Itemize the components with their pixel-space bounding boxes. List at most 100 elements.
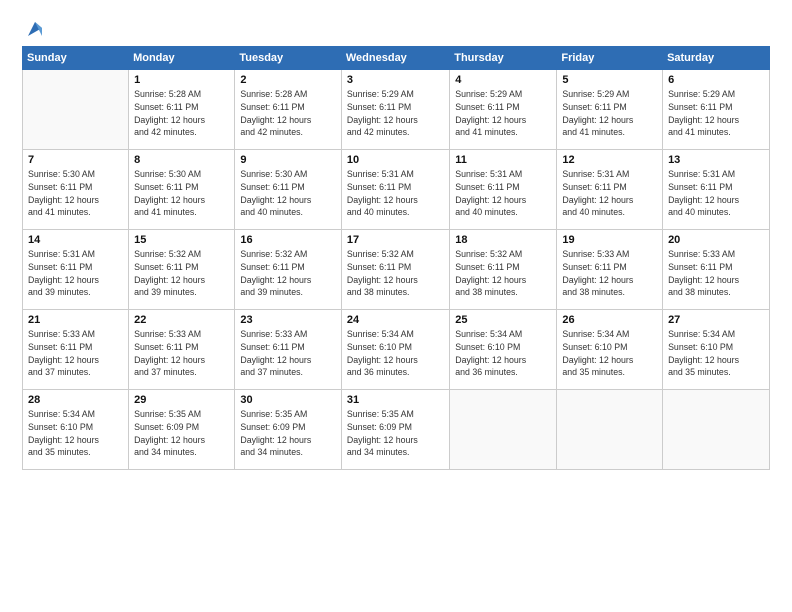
day-number: 3 bbox=[347, 74, 444, 86]
table-row: 17Sunrise: 5:32 AM Sunset: 6:11 PM Dayli… bbox=[341, 230, 449, 310]
day-info: Sunrise: 5:33 AM Sunset: 6:11 PM Dayligh… bbox=[134, 328, 229, 379]
day-number: 10 bbox=[347, 154, 444, 166]
calendar-week-row: 7 Sunrise: 5:30 AM Sunset: 6:11 PM Daylig… bbox=[23, 150, 770, 230]
header-tuesday: Tuesday bbox=[235, 47, 342, 70]
day-number: 25 bbox=[455, 314, 551, 326]
day-info: Sunrise: 5:29 AM Sunset: 6:11 PM Dayligh… bbox=[455, 88, 551, 139]
day-info: Sunrise: 5:32 AM Sunset: 6:11 PM Dayligh… bbox=[455, 248, 551, 299]
calendar-table: Sunday Monday Tuesday Wednesday Thursday… bbox=[22, 46, 770, 470]
day-info: Sunrise: 5:32 AM Sunset: 6:11 PM Dayligh… bbox=[134, 248, 229, 299]
day-number: 2 bbox=[240, 74, 336, 86]
table-row bbox=[23, 70, 129, 150]
weekday-header-row: Sunday Monday Tuesday Wednesday Thursday… bbox=[23, 47, 770, 70]
header-saturday: Saturday bbox=[663, 47, 770, 70]
table-row bbox=[557, 390, 663, 470]
table-row: 24Sunrise: 5:34 AM Sunset: 6:10 PM Dayli… bbox=[341, 310, 449, 390]
day-number: 7 bbox=[28, 154, 123, 166]
day-number: 4 bbox=[455, 74, 551, 86]
day-number: 19 bbox=[562, 234, 657, 246]
calendar-week-row: 28 Sunrise: 5:34 AM Sunset: 6:10 PM Dayli… bbox=[23, 390, 770, 470]
day-number: 26 bbox=[562, 314, 657, 326]
table-row: 4 Sunrise: 5:29 AM Sunset: 6:11 PM Daylig… bbox=[450, 70, 557, 150]
table-row: 22 Sunrise: 5:33 AM Sunset: 6:11 PM Dayli… bbox=[129, 310, 235, 390]
day-info: Sunrise: 5:33 AM Sunset: 6:11 PM Dayligh… bbox=[240, 328, 336, 379]
logo bbox=[22, 18, 46, 40]
day-info: Sunrise: 5:31 AM Sunset: 6:11 PM Dayligh… bbox=[562, 168, 657, 219]
header-sunday: Sunday bbox=[23, 47, 129, 70]
day-info: Sunrise: 5:31 AM Sunset: 6:11 PM Dayligh… bbox=[455, 168, 551, 219]
page-header bbox=[22, 18, 770, 40]
table-row: 21 Sunrise: 5:33 AM Sunset: 6:11 PM Dayli… bbox=[23, 310, 129, 390]
day-number: 8 bbox=[134, 154, 229, 166]
table-row: 7 Sunrise: 5:30 AM Sunset: 6:11 PM Daylig… bbox=[23, 150, 129, 230]
table-row: 6 Sunrise: 5:29 AM Sunset: 6:11 PM Daylig… bbox=[663, 70, 770, 150]
day-number: 28 bbox=[28, 394, 123, 406]
table-row: 30 Sunrise: 5:35 AM Sunset: 6:09 PM Dayli… bbox=[235, 390, 342, 470]
table-row: 16Sunrise: 5:32 AM Sunset: 6:11 PM Dayli… bbox=[235, 230, 342, 310]
table-row: 20 Sunrise: 5:33 AM Sunset: 6:11 PM Dayli… bbox=[663, 230, 770, 310]
day-number: 6 bbox=[668, 74, 764, 86]
day-number: 1 bbox=[134, 74, 229, 86]
header-thursday: Thursday bbox=[450, 47, 557, 70]
day-number: 12 bbox=[562, 154, 657, 166]
table-row: 9 Sunrise: 5:30 AM Sunset: 6:11 PM Daylig… bbox=[235, 150, 342, 230]
table-row: 25Sunrise: 5:34 AM Sunset: 6:10 PM Dayli… bbox=[450, 310, 557, 390]
day-info: Sunrise: 5:30 AM Sunset: 6:11 PM Dayligh… bbox=[28, 168, 123, 219]
day-number: 21 bbox=[28, 314, 123, 326]
day-info: Sunrise: 5:35 AM Sunset: 6:09 PM Dayligh… bbox=[134, 408, 229, 459]
day-info: Sunrise: 5:32 AM Sunset: 6:11 PM Dayligh… bbox=[347, 248, 444, 299]
day-info: Sunrise: 5:35 AM Sunset: 6:09 PM Dayligh… bbox=[240, 408, 336, 459]
day-number: 31 bbox=[347, 394, 444, 406]
day-info: Sunrise: 5:28 AM Sunset: 6:11 PM Dayligh… bbox=[134, 88, 229, 139]
table-row: 28 Sunrise: 5:34 AM Sunset: 6:10 PM Dayli… bbox=[23, 390, 129, 470]
table-row: 14 Sunrise: 5:31 AM Sunset: 6:11 PM Dayli… bbox=[23, 230, 129, 310]
day-number: 15 bbox=[134, 234, 229, 246]
day-info: Sunrise: 5:30 AM Sunset: 6:11 PM Dayligh… bbox=[134, 168, 229, 219]
day-info: Sunrise: 5:33 AM Sunset: 6:11 PM Dayligh… bbox=[28, 328, 123, 379]
day-number: 11 bbox=[455, 154, 551, 166]
table-row: 13 Sunrise: 5:31 AM Sunset: 6:11 PM Dayli… bbox=[663, 150, 770, 230]
day-info: Sunrise: 5:30 AM Sunset: 6:11 PM Dayligh… bbox=[240, 168, 336, 219]
day-info: Sunrise: 5:29 AM Sunset: 6:11 PM Dayligh… bbox=[668, 88, 764, 139]
table-row: 31 Sunrise: 5:35 AM Sunset: 6:09 PM Dayli… bbox=[341, 390, 449, 470]
table-row: 2Sunrise: 5:28 AM Sunset: 6:11 PM Daylig… bbox=[235, 70, 342, 150]
day-number: 9 bbox=[240, 154, 336, 166]
table-row: 26 Sunrise: 5:34 AM Sunset: 6:10 PM Dayli… bbox=[557, 310, 663, 390]
day-info: Sunrise: 5:29 AM Sunset: 6:11 PM Dayligh… bbox=[562, 88, 657, 139]
day-info: Sunrise: 5:31 AM Sunset: 6:11 PM Dayligh… bbox=[28, 248, 123, 299]
header-wednesday: Wednesday bbox=[341, 47, 449, 70]
day-info: Sunrise: 5:35 AM Sunset: 6:09 PM Dayligh… bbox=[347, 408, 444, 459]
day-info: Sunrise: 5:33 AM Sunset: 6:11 PM Dayligh… bbox=[562, 248, 657, 299]
calendar-week-row: 21 Sunrise: 5:33 AM Sunset: 6:11 PM Dayli… bbox=[23, 310, 770, 390]
table-row: 19 Sunrise: 5:33 AM Sunset: 6:11 PM Dayli… bbox=[557, 230, 663, 310]
day-number: 18 bbox=[455, 234, 551, 246]
day-info: Sunrise: 5:34 AM Sunset: 6:10 PM Dayligh… bbox=[28, 408, 123, 459]
day-number: 30 bbox=[240, 394, 336, 406]
table-row bbox=[450, 390, 557, 470]
day-number: 22 bbox=[134, 314, 229, 326]
day-info: Sunrise: 5:29 AM Sunset: 6:11 PM Dayligh… bbox=[347, 88, 444, 139]
day-info: Sunrise: 5:31 AM Sunset: 6:11 PM Dayligh… bbox=[668, 168, 764, 219]
table-row: 11 Sunrise: 5:31 AM Sunset: 6:11 PM Dayli… bbox=[450, 150, 557, 230]
table-row: 10 Sunrise: 5:31 AM Sunset: 6:11 PM Dayli… bbox=[341, 150, 449, 230]
table-row: 18 Sunrise: 5:32 AM Sunset: 6:11 PM Dayli… bbox=[450, 230, 557, 310]
table-row: 15 Sunrise: 5:32 AM Sunset: 6:11 PM Dayli… bbox=[129, 230, 235, 310]
day-number: 29 bbox=[134, 394, 229, 406]
day-info: Sunrise: 5:31 AM Sunset: 6:11 PM Dayligh… bbox=[347, 168, 444, 219]
header-friday: Friday bbox=[557, 47, 663, 70]
calendar-week-row: 14 Sunrise: 5:31 AM Sunset: 6:11 PM Dayli… bbox=[23, 230, 770, 310]
day-info: Sunrise: 5:34 AM Sunset: 6:10 PM Dayligh… bbox=[562, 328, 657, 379]
table-row: 1 Sunrise: 5:28 AM Sunset: 6:11 PM Daylig… bbox=[129, 70, 235, 150]
day-number: 14 bbox=[28, 234, 123, 246]
table-row: 12 Sunrise: 5:31 AM Sunset: 6:11 PM Dayli… bbox=[557, 150, 663, 230]
day-number: 20 bbox=[668, 234, 764, 246]
day-number: 24 bbox=[347, 314, 444, 326]
table-row: 8 Sunrise: 5:30 AM Sunset: 6:11 PM Daylig… bbox=[129, 150, 235, 230]
day-info: Sunrise: 5:33 AM Sunset: 6:11 PM Dayligh… bbox=[668, 248, 764, 299]
table-row: 23 Sunrise: 5:33 AM Sunset: 6:11 PM Dayli… bbox=[235, 310, 342, 390]
day-number: 23 bbox=[240, 314, 336, 326]
table-row: 27Sunrise: 5:34 AM Sunset: 6:10 PM Dayli… bbox=[663, 310, 770, 390]
table-row: 29 Sunrise: 5:35 AM Sunset: 6:09 PM Dayli… bbox=[129, 390, 235, 470]
table-row: 5Sunrise: 5:29 AM Sunset: 6:11 PM Daylig… bbox=[557, 70, 663, 150]
day-number: 13 bbox=[668, 154, 764, 166]
